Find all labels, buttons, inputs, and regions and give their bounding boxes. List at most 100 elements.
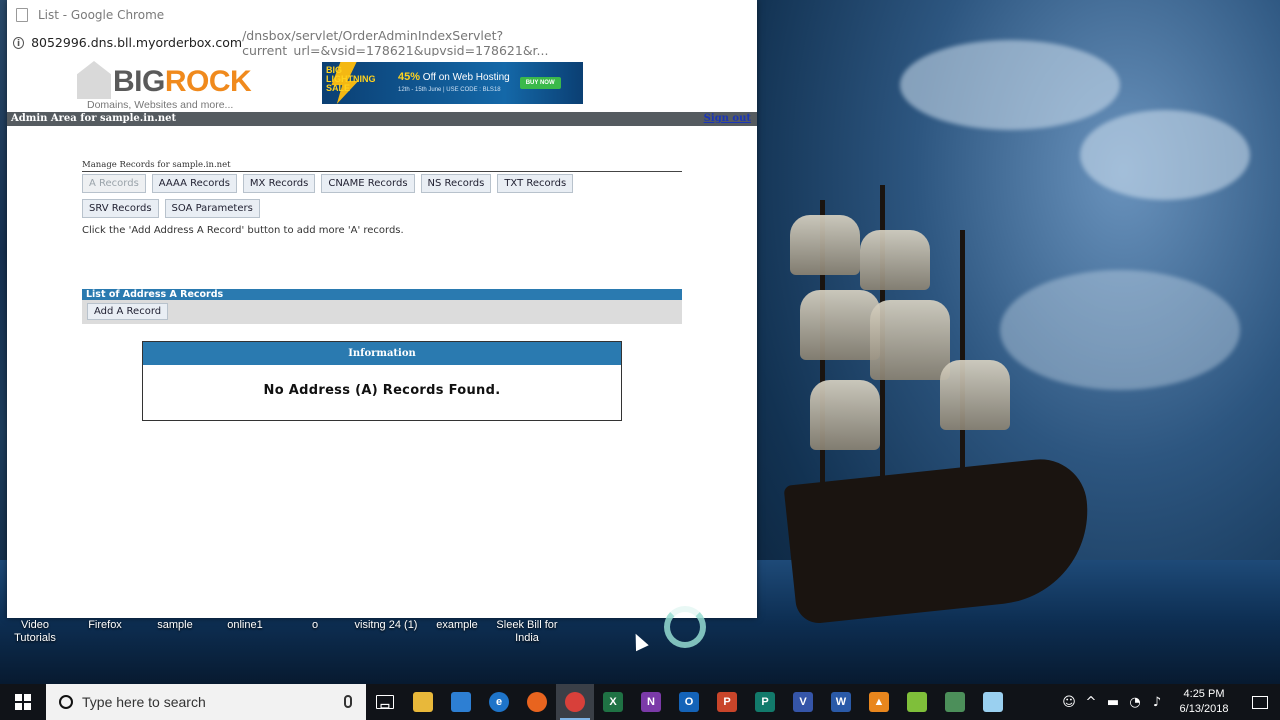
network-icon[interactable]: ▬ (1102, 695, 1124, 710)
banner-sale-label: BIG LIGHTNING SALE (326, 65, 376, 93)
url-path[interactable]: /dnsbox/servlet/OrderAdminIndexServlet?c… (242, 28, 757, 58)
taskbar: Type here to search ▭ e X N O P P V W ▲ ☺ ^ ▬ ◔ ♪… (0, 684, 1280, 720)
taskbar-clock[interactable]: 4:25 PM 6/13/2018 (1168, 687, 1240, 717)
publisher-icon[interactable]: P (746, 684, 784, 720)
info-icon[interactable]: i (13, 36, 25, 49)
records-list-toolbar: Add A Record (82, 300, 682, 324)
desktop-icon-video-tutorials[interactable]: Video Tutorials (4, 619, 66, 645)
no-records-message: No Address (A) Records Found. (263, 383, 501, 398)
desktop-icon-example[interactable]: example (430, 619, 484, 632)
url-host[interactable]: 8052996.dns.bll.myorderbox.com (31, 35, 242, 50)
tab-mx-records[interactable]: MX Records (242, 174, 316, 193)
tab-txt-records[interactable]: TXT Records (497, 174, 574, 193)
visio-glyph: V (793, 692, 813, 712)
desktop-icon-firefox[interactable]: Firefox (80, 619, 130, 632)
show-hidden-icons-chevron-icon[interactable]: ^ (1080, 695, 1102, 710)
banner-offer: 45% Off on Web Hosting 12th - 15th June … (398, 71, 510, 96)
action-center-icon[interactable] (1240, 695, 1280, 709)
tab-a-records[interactable]: A Records (82, 174, 146, 193)
system-tray: ☺ ^ ▬ ◔ ♪ 4:25 PM 6/13/2018 (1058, 684, 1280, 720)
task-view-glyph: ▭ (376, 695, 394, 712)
start-button[interactable] (0, 684, 46, 720)
app-icon[interactable] (936, 684, 974, 720)
wallpaper-cloud (1000, 270, 1240, 390)
firefox-icon[interactable] (518, 684, 556, 720)
loading-spinner-icon (664, 606, 706, 648)
information-heading: Information (143, 342, 621, 365)
edge-icon[interactable]: e (480, 684, 518, 720)
banner-offer-pct: 45% (398, 70, 421, 83)
clock-time: 4:25 PM (1183, 688, 1225, 700)
add-a-record-button[interactable]: Add A Record (87, 303, 169, 320)
ship-sail (870, 300, 950, 380)
store-icon[interactable] (442, 684, 480, 720)
window-title: List - Google Chrome (38, 7, 165, 22)
ship-sail (800, 290, 880, 360)
volume-icon[interactable]: ♪ (1146, 695, 1168, 710)
desktop-icon-online1[interactable]: online1 (220, 619, 270, 632)
word-icon[interactable]: W (822, 684, 860, 720)
microphone-icon[interactable] (344, 695, 352, 708)
tab-soa-parameters[interactable]: SOA Parameters (164, 199, 260, 218)
records-list-header: List of Address A Records (82, 289, 682, 300)
publisher-glyph: P (755, 692, 775, 712)
notepad-plus-glyph (907, 692, 927, 712)
vlc-icon[interactable]: ▲ (860, 684, 898, 720)
banner-buy-button[interactable]: BUY NOW (519, 77, 561, 89)
excel-glyph: X (603, 692, 623, 712)
window-titlebar[interactable]: List - Google Chrome (7, 0, 757, 29)
ship-sail (860, 230, 930, 290)
edge-glyph: e (489, 692, 509, 712)
desktop-icon-sample[interactable]: sample (150, 619, 200, 632)
task-view-icon[interactable]: ▭ (366, 684, 404, 720)
clock-date: 6/13/2018 (1179, 703, 1229, 715)
ship-sail (810, 380, 880, 450)
chrome-icon[interactable] (556, 684, 594, 720)
store-glyph (451, 692, 471, 712)
chrome-window: List - Google Chrome i 8052996.dns.bll.m… (7, 0, 757, 618)
wifi-icon[interactable]: ◔ (1124, 695, 1146, 710)
bigrock-logo[interactable]: BIGROCK Domains, Websites and more... (77, 59, 257, 111)
admin-bar: Admin Area for sample.in.net Sign out (7, 112, 757, 126)
tab-ns-records[interactable]: NS Records (420, 174, 492, 193)
admin-title: Admin Area for sample.in.net (11, 113, 177, 124)
wallpaper-cloud (1080, 110, 1250, 200)
powerpoint-icon[interactable]: P (708, 684, 746, 720)
visio-icon[interactable]: V (784, 684, 822, 720)
logo-rock: ROCK (164, 65, 252, 98)
promo-banner[interactable]: BIG LIGHTNING SALE 45% Off on Web Hostin… (322, 62, 583, 104)
notepad-plus-icon[interactable] (898, 684, 936, 720)
address-bar[interactable]: i 8052996.dns.bll.myorderbox.com/dnsbox/… (7, 28, 757, 58)
firefox-glyph (527, 692, 547, 712)
page-icon (16, 7, 28, 22)
vlc-glyph: ▲ (869, 692, 889, 712)
people-icon[interactable]: ☺ (1058, 695, 1080, 710)
tab-srv-records[interactable]: SRV Records (82, 199, 159, 218)
paint-icon[interactable] (974, 684, 1012, 720)
search-placeholder: Type here to search (82, 694, 206, 710)
taskbar-search[interactable]: Type here to search (46, 684, 366, 720)
banner-offer-text: Off on Web Hosting (420, 71, 510, 83)
cortana-icon[interactable] (59, 695, 73, 709)
outlook-glyph: O (679, 692, 699, 712)
onenote-glyph: N (641, 692, 661, 712)
tab-cname-records[interactable]: CNAME Records (321, 174, 415, 193)
tab-aaaa-records[interactable]: AAAA Records (151, 174, 237, 193)
information-box: Information No Address (A) Records Found… (142, 341, 622, 421)
desktop-icon-o[interactable]: o (300, 619, 330, 632)
desktop-icon-sleek-bill[interactable]: Sleek Bill for India (494, 619, 560, 645)
add-record-hint: Click the 'Add Address A Record' button … (82, 225, 404, 236)
paint-glyph (983, 692, 1003, 712)
onenote-icon[interactable]: N (632, 684, 670, 720)
file-explorer-icon[interactable] (404, 684, 442, 720)
outlook-icon[interactable]: O (670, 684, 708, 720)
logo-tagline: Domains, Websites and more... (87, 99, 234, 111)
sign-out-link[interactable]: Sign out (704, 112, 751, 126)
logo-house-icon (77, 61, 111, 99)
taskbar-apps: ▭ e X N O P P V W ▲ (366, 684, 1012, 720)
excel-icon[interactable]: X (594, 684, 632, 720)
desktop-icon-visitng[interactable]: visitng 24 (1) (350, 619, 422, 632)
wallpaper-cloud (900, 40, 1120, 130)
chrome-glyph (565, 692, 585, 712)
page-content: BIGROCK Domains, Websites and more... BI… (7, 56, 757, 618)
